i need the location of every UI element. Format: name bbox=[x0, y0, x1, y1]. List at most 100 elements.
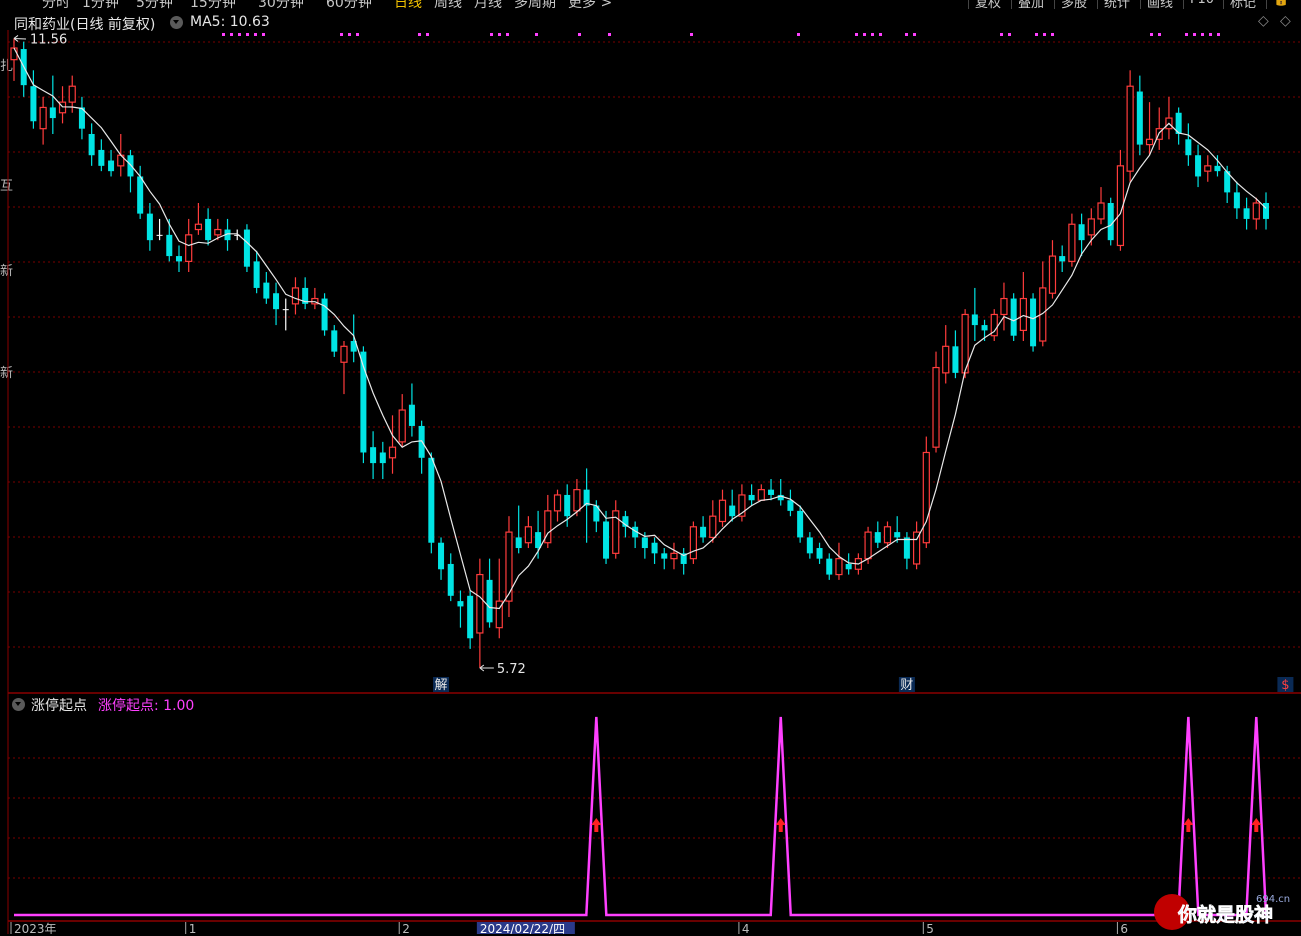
candle bbox=[428, 452, 435, 554]
candle bbox=[661, 548, 668, 570]
candle-body bbox=[108, 160, 115, 172]
x-axis-label: 4 bbox=[738, 922, 750, 934]
candle-body bbox=[273, 293, 280, 310]
candle bbox=[874, 521, 881, 549]
candle-body bbox=[127, 155, 134, 177]
candle-body bbox=[1185, 139, 1192, 156]
candle bbox=[777, 479, 784, 506]
candle bbox=[922, 436, 930, 549]
candle-body bbox=[1195, 155, 1202, 177]
candle-body bbox=[981, 325, 988, 331]
candle-body bbox=[718, 499, 727, 523]
x-axis-text: 6 bbox=[1120, 922, 1128, 934]
side-label: 互 bbox=[0, 179, 13, 194]
candle bbox=[486, 558, 493, 628]
signal-dot bbox=[863, 33, 866, 36]
candle bbox=[311, 287, 319, 310]
candle bbox=[1233, 181, 1240, 219]
candle bbox=[1010, 293, 1017, 342]
candle-body bbox=[1243, 208, 1250, 219]
indicator-grid bbox=[8, 757, 1301, 879]
candle bbox=[146, 203, 153, 251]
candle-body bbox=[1214, 165, 1221, 172]
candle bbox=[291, 277, 300, 315]
signal-dot bbox=[797, 33, 800, 36]
candle bbox=[932, 351, 940, 453]
candle-body bbox=[729, 505, 736, 517]
candle-body bbox=[535, 532, 542, 549]
x-axis-text: 1 bbox=[189, 922, 197, 934]
candle-body bbox=[952, 346, 959, 373]
signal-dot bbox=[690, 33, 693, 36]
candle bbox=[738, 484, 746, 522]
candle-body bbox=[1262, 203, 1270, 219]
signal-dot bbox=[230, 33, 233, 36]
signal-dot bbox=[1150, 33, 1153, 36]
candle bbox=[942, 325, 950, 384]
candle bbox=[408, 383, 415, 437]
candle bbox=[457, 590, 464, 628]
candle bbox=[553, 489, 562, 522]
signal-dot bbox=[246, 33, 249, 36]
candle-body bbox=[1097, 202, 1105, 220]
x-axis-label: 5 bbox=[922, 922, 934, 934]
side-label: 新 bbox=[0, 365, 13, 381]
candle-body bbox=[661, 553, 668, 559]
candle bbox=[78, 96, 85, 140]
candle-body bbox=[398, 409, 406, 443]
candle bbox=[797, 505, 804, 543]
x-axis-label: 2 bbox=[398, 922, 410, 934]
candle bbox=[612, 500, 620, 559]
candle-body bbox=[797, 510, 804, 538]
candle bbox=[108, 149, 115, 177]
watermark-text: 你就是股神 bbox=[1177, 903, 1273, 926]
candle bbox=[1185, 123, 1192, 166]
event-marker: 财 bbox=[898, 677, 915, 693]
candle-body bbox=[457, 601, 464, 607]
candle-body bbox=[321, 298, 328, 331]
candle-body bbox=[826, 558, 833, 575]
event-marker: 解 bbox=[433, 677, 450, 693]
signal-arrows bbox=[591, 818, 1262, 832]
candle-body bbox=[1030, 298, 1037, 347]
candle-body bbox=[156, 234, 163, 236]
signal-dot bbox=[498, 33, 501, 36]
candle-body bbox=[1019, 297, 1027, 331]
signal-dot bbox=[356, 33, 359, 36]
candle bbox=[88, 123, 95, 166]
candle-body bbox=[894, 532, 901, 538]
candle-body bbox=[476, 573, 484, 634]
watermark: 694.cn 你就是股神 bbox=[1150, 888, 1300, 932]
low-price-label: 5.72 bbox=[497, 662, 526, 677]
candle bbox=[39, 96, 47, 145]
candle-body bbox=[282, 309, 289, 311]
candle bbox=[398, 394, 406, 448]
candle bbox=[1165, 96, 1173, 140]
candle-body bbox=[922, 451, 930, 544]
candle-body bbox=[768, 489, 775, 495]
candle bbox=[1116, 149, 1125, 251]
candle bbox=[1107, 197, 1114, 246]
signal-arrow-icon bbox=[591, 818, 602, 832]
signal-dot bbox=[1158, 33, 1161, 36]
candle bbox=[748, 484, 755, 506]
candle-body bbox=[835, 558, 843, 576]
kline-chart[interactable]: 11.56 5.72 解 财 $ 2023年 1 2 2024/02/22/四 4 5 6 扎互… bbox=[0, 0, 1301, 934]
candle bbox=[98, 139, 105, 172]
candle-body bbox=[205, 218, 212, 241]
candle bbox=[806, 532, 813, 559]
x-axis-label: 6 bbox=[1116, 922, 1128, 934]
candle bbox=[1136, 75, 1143, 156]
candle bbox=[1059, 245, 1066, 273]
candle-body bbox=[524, 526, 532, 544]
candle-body bbox=[971, 314, 978, 326]
signal-dot bbox=[1217, 33, 1220, 36]
candle-body bbox=[564, 494, 571, 517]
candle-body bbox=[573, 489, 581, 512]
candle-body bbox=[1204, 165, 1212, 172]
candle-body bbox=[1252, 202, 1260, 220]
signal-dot bbox=[1035, 33, 1038, 36]
candle bbox=[524, 516, 532, 549]
candle-body bbox=[263, 282, 270, 299]
candle-body bbox=[438, 542, 445, 570]
